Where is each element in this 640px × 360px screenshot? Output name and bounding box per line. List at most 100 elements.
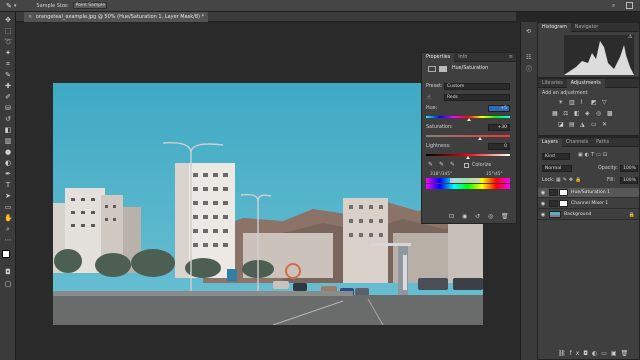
panel-menu-icon[interactable]: ≡ bbox=[509, 54, 513, 60]
sample-size-select[interactable]: Point Sample bbox=[72, 2, 107, 9]
gradient-tool-icon[interactable]: ▥ bbox=[4, 137, 12, 145]
range-selector[interactable] bbox=[450, 178, 480, 183]
screen-mode-icon[interactable]: ▢ bbox=[4, 280, 12, 288]
marquee-tool-icon[interactable]: ⬚ bbox=[4, 27, 12, 35]
pen-tool-icon[interactable]: ✒ bbox=[4, 170, 12, 178]
eyedropper-minus-icon[interactable]: ✎ bbox=[450, 161, 455, 168]
quick-select-tool-icon[interactable]: ✦ bbox=[4, 49, 12, 57]
blur-tool-icon[interactable]: ● bbox=[4, 148, 12, 156]
mask-thumbnail[interactable] bbox=[559, 200, 568, 207]
invert-icon[interactable]: ◪ bbox=[558, 121, 564, 128]
saturation-slider-thumb[interactable] bbox=[478, 137, 482, 140]
hue-range-bar-bottom[interactable] bbox=[426, 184, 510, 189]
eraser-tool-icon[interactable]: ◧ bbox=[4, 126, 12, 134]
curves-icon[interactable]: ⌇ bbox=[580, 99, 583, 106]
color-lookup-icon[interactable]: ▩ bbox=[607, 110, 613, 117]
lasso-tool-icon[interactable]: ➰ bbox=[4, 38, 13, 46]
tab-properties[interactable]: Properties bbox=[422, 52, 455, 62]
layer-name[interactable]: Channel Mixer 1 bbox=[571, 201, 608, 206]
document-image[interactable] bbox=[53, 83, 483, 325]
brightness-contrast-icon[interactable]: ☀ bbox=[558, 99, 563, 106]
trash-icon[interactable]: 🗑 bbox=[501, 213, 509, 220]
tab-adjustments[interactable]: Adjustments bbox=[566, 78, 605, 88]
view-previous-icon[interactable]: ◉ bbox=[462, 213, 467, 220]
fill-input[interactable]: 100% bbox=[620, 177, 638, 184]
hand-tool-icon[interactable]: ✋ bbox=[4, 214, 13, 222]
eye-icon[interactable]: ◉ bbox=[540, 190, 546, 196]
history-brush-icon[interactable]: ↺ bbox=[4, 115, 12, 123]
layer-row-channel-mixer[interactable]: ◉ Channel Mixer 1 bbox=[538, 199, 639, 209]
eye-icon[interactable]: ◉ bbox=[540, 212, 546, 218]
lightness-value[interactable]: 0 bbox=[488, 143, 510, 150]
eyedropper-plus-icon[interactable]: ✎ bbox=[439, 161, 444, 168]
saturation-value[interactable]: +30 bbox=[488, 124, 510, 131]
quick-mask-icon[interactable]: ◘ bbox=[4, 268, 12, 276]
layer-row-background[interactable]: ◉ Background 🔒 bbox=[538, 210, 639, 220]
colorize-checkbox[interactable] bbox=[464, 163, 469, 168]
brush-tool-icon[interactable]: ✐ bbox=[4, 93, 12, 101]
eyedropper-icon[interactable]: ✎ bbox=[4, 71, 12, 79]
tab-libraries[interactable]: Libraries bbox=[538, 79, 567, 88]
foreground-color-swatch[interactable] bbox=[2, 250, 10, 258]
history-icon[interactable]: ⟲ bbox=[526, 28, 531, 35]
crop-tool-icon[interactable]: ⌗ bbox=[4, 60, 12, 68]
hue-saturation-icon[interactable]: ▦ bbox=[552, 110, 558, 117]
channel-mixer-icon[interactable]: ◎ bbox=[596, 110, 601, 117]
shape-tool-icon[interactable]: ▭ bbox=[4, 203, 12, 211]
saturation-slider[interactable] bbox=[426, 135, 510, 137]
layer-filter-select[interactable]: Kind bbox=[542, 153, 570, 160]
type-tool-icon[interactable]: T bbox=[4, 181, 12, 189]
layer-name[interactable]: Background bbox=[564, 212, 591, 217]
mask-thumbnail[interactable] bbox=[559, 189, 568, 196]
preset-select[interactable]: Custom bbox=[444, 83, 510, 90]
levels-icon[interactable]: ▥ bbox=[569, 99, 575, 106]
workspace-icon[interactable] bbox=[626, 2, 633, 9]
exposure-icon[interactable]: ◩ bbox=[591, 99, 597, 106]
close-tab-icon[interactable]: × bbox=[28, 14, 32, 20]
more-tools-icon[interactable]: ⋯ bbox=[4, 236, 12, 244]
threshold-icon[interactable]: ◮ bbox=[580, 121, 585, 128]
properties-icon[interactable]: ☷ bbox=[526, 54, 531, 61]
lightness-slider-thumb[interactable] bbox=[466, 156, 470, 159]
filter-icons[interactable]: ▣◐T▭⊡ bbox=[578, 152, 609, 158]
gradient-map-icon[interactable]: ▭ bbox=[591, 121, 597, 128]
clip-to-layer-icon[interactable]: ⊡ bbox=[449, 213, 454, 220]
posterize-icon[interactable]: ▤ bbox=[569, 121, 575, 128]
channel-select[interactable]: Reds bbox=[444, 94, 510, 101]
vibrance-icon[interactable]: ▽ bbox=[602, 99, 607, 106]
color-balance-icon[interactable]: ⚖ bbox=[563, 110, 568, 117]
path-select-icon[interactable]: ➤ bbox=[4, 192, 12, 200]
healing-brush-icon[interactable]: ✚ bbox=[4, 82, 12, 90]
tool-preset-chevron-icon[interactable]: ▾ bbox=[14, 3, 17, 9]
tab-histogram[interactable]: Histogram bbox=[538, 22, 571, 32]
hue-slider-thumb[interactable] bbox=[467, 118, 471, 121]
opacity-input[interactable]: 100% bbox=[620, 165, 638, 172]
eyedropper-icon[interactable]: ✎ bbox=[428, 161, 433, 168]
eye-icon[interactable]: ◉ bbox=[540, 201, 546, 207]
info-icon[interactable]: ⓘ bbox=[526, 66, 532, 73]
tab-info[interactable]: Info bbox=[454, 53, 471, 62]
zoom-tool-icon[interactable]: ⌕ bbox=[4, 225, 12, 233]
move-tool-icon[interactable]: ✥ bbox=[4, 16, 12, 24]
visibility-icon[interactable]: ◎ bbox=[488, 213, 493, 220]
layers-footer-icons[interactable]: ⛓fx◘◐▭▣🗑 bbox=[558, 350, 632, 357]
tab-channels[interactable]: Channels bbox=[562, 138, 592, 147]
photo-filter-icon[interactable]: ◈ bbox=[585, 110, 590, 117]
tab-paths[interactable]: Paths bbox=[592, 138, 613, 147]
layer-row-hue-saturation[interactable]: ◉ Hue/Saturation 1 bbox=[538, 188, 639, 198]
layer-name[interactable]: Hue/Saturation 1 bbox=[571, 190, 610, 195]
hue-value[interactable]: +5 bbox=[488, 105, 510, 112]
search-icon[interactable]: ⌕ bbox=[612, 2, 615, 10]
document-tab[interactable]: × orangeteal_example.jpg @ 50% (Hue/Satu… bbox=[24, 12, 209, 22]
tab-navigator[interactable]: Navigator bbox=[571, 23, 602, 32]
reset-icon[interactable]: ↺ bbox=[475, 213, 480, 220]
eyedropper-tool-icon[interactable]: ✎ bbox=[6, 2, 12, 10]
lock-icons[interactable]: ▦✎✥🔒 bbox=[556, 177, 583, 183]
selective-color-icon[interactable]: ✕ bbox=[602, 121, 607, 128]
tab-layers[interactable]: Layers bbox=[538, 137, 562, 147]
clone-stamp-icon[interactable]: ⛁ bbox=[4, 104, 12, 112]
blend-mode-select[interactable]: Normal bbox=[542, 165, 572, 172]
mask-icon[interactable] bbox=[439, 66, 447, 72]
black-white-icon[interactable]: ◧ bbox=[574, 110, 580, 117]
channel-hand-icon[interactable]: ☝ bbox=[427, 94, 431, 101]
